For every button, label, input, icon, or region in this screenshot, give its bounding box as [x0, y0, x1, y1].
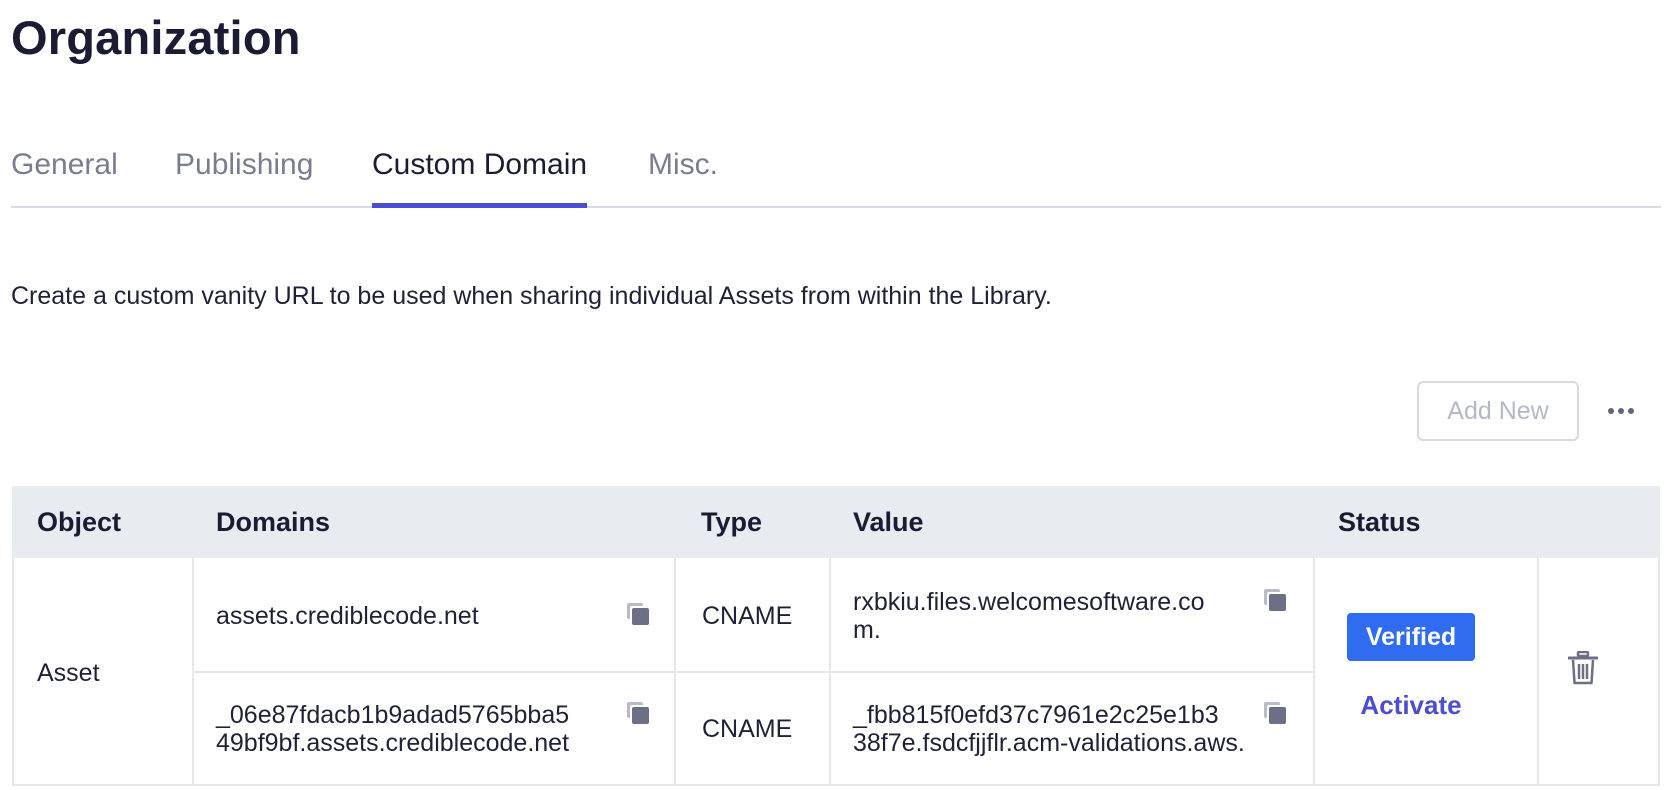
header-type: Type	[701, 507, 763, 537]
row-divider	[192, 671, 1313, 673]
more-dot	[1618, 408, 1624, 414]
activate-link[interactable]: Activate	[1347, 690, 1475, 721]
tab-publishing[interactable]: Publishing	[175, 140, 313, 206]
value-text-continued: 38f7e.fsdcfjjflr.acm-validations.aws.	[853, 729, 1245, 757]
add-new-button[interactable]: Add New	[1417, 381, 1579, 441]
value-text: _fbb815f0efd37c7961e2c25e1b3	[853, 701, 1219, 729]
copy-icon-front	[1269, 707, 1286, 724]
trash-icon[interactable]	[1568, 651, 1598, 685]
value-text: rxbkiu.files.welcomesoftware.co	[853, 588, 1205, 616]
copy-icon[interactable]	[627, 702, 651, 726]
header-status: Status	[1338, 507, 1421, 537]
type-cell: CNAME	[702, 715, 793, 743]
object-cell: Asset	[37, 659, 100, 687]
copy-icon-front	[632, 608, 649, 625]
copy-icon[interactable]	[1264, 589, 1288, 613]
value-cell: _fbb815f0efd37c7961e2c25e1b3 38f7e.fsdcf…	[853, 701, 1245, 757]
status-badge: Verified	[1347, 613, 1475, 661]
copy-icon-front	[1269, 594, 1286, 611]
tab-general[interactable]: General	[11, 140, 118, 206]
more-dot	[1608, 408, 1614, 414]
domain-text-continued: 49bf9bf.assets.crediblecode.net	[216, 729, 570, 757]
more-dot	[1628, 408, 1634, 414]
table-border-right	[1658, 558, 1660, 786]
value-text-continued: m.	[853, 616, 881, 644]
domain-cell: _06e87fdacb1b9adad5765bba5 49bf9bf.asset…	[216, 701, 569, 757]
tab-bar: General Publishing Custom Domain Misc.	[11, 140, 1661, 208]
type-cell: CNAME	[702, 602, 793, 630]
copy-icon[interactable]	[627, 603, 651, 627]
column-divider	[1537, 558, 1539, 786]
column-divider	[1313, 558, 1315, 786]
copy-icon-front	[632, 707, 649, 724]
header-value: Value	[853, 507, 924, 537]
tab-misc[interactable]: Misc.	[648, 140, 718, 206]
table-border-left	[12, 558, 14, 786]
header-object: Object	[37, 507, 122, 537]
header-domains: Domains	[216, 507, 331, 537]
table-header: Object Domains Type Value Status	[12, 486, 1660, 558]
page-description: Create a custom vanity URL to be used wh…	[11, 282, 1052, 310]
copy-icon[interactable]	[1264, 702, 1288, 726]
domain-text: _06e87fdacb1b9adad5765bba5	[216, 701, 570, 729]
more-options-icon[interactable]	[1603, 398, 1639, 424]
domain-text: assets.crediblecode.net	[216, 602, 479, 630]
tab-custom-domain[interactable]: Custom Domain	[372, 140, 588, 208]
domain-cell: assets.crediblecode.net	[216, 602, 479, 630]
table-border-bottom	[12, 784, 1660, 786]
value-cell: rxbkiu.files.welcomesoftware.co m.	[853, 588, 1205, 644]
page-title: Organization	[11, 11, 301, 64]
